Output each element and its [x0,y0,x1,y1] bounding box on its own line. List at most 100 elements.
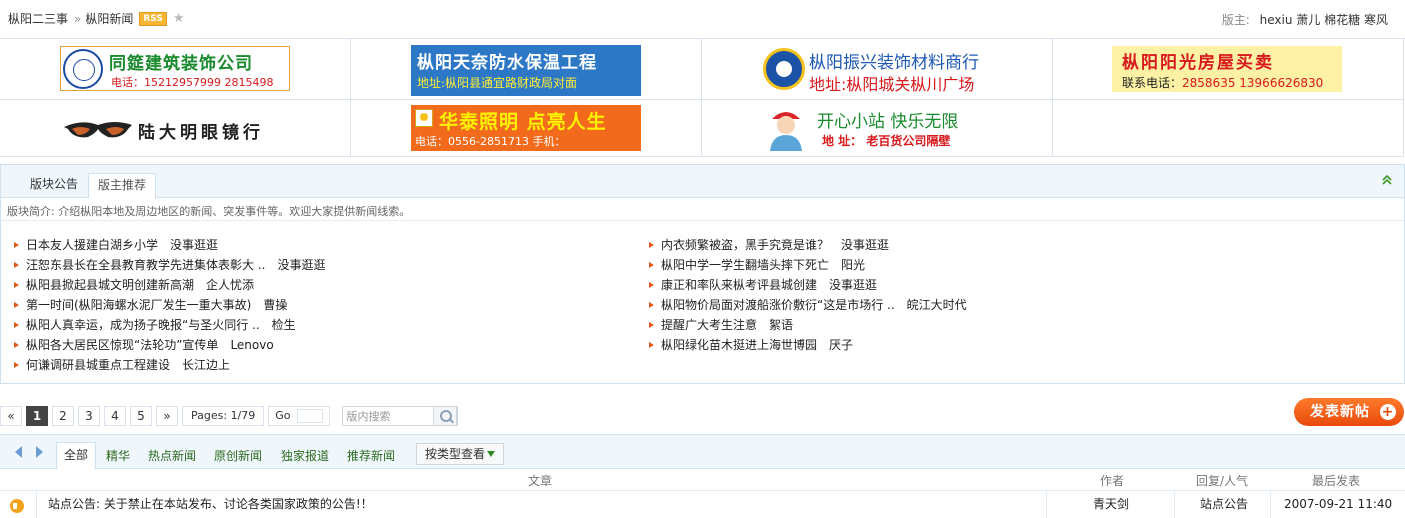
ad-ludaming-glasses[interactable]: 陆大明眼镜行 [60,107,290,151]
breadcrumb: 枞阳二三事 » 枞阳新闻 RSS ★ [8,10,185,27]
author-link[interactable]: 絮语 [769,318,793,332]
plus-icon: + [1380,404,1396,420]
news-link[interactable]: 枞阳中学一学生翻墙头摔下死亡 [661,258,829,272]
thread-replies: 站点公告 [1200,497,1249,511]
header-replies: 回复/人气 [1196,474,1249,488]
ad-sunshine-housing[interactable]: 枞阳阳光房屋买卖 联系电话：2858635 13966626830 [1112,46,1342,92]
page-jump: Go [268,405,330,426]
ad-title: 枞阳阳光房屋买卖 [1122,53,1274,73]
ad-title: 陆大明眼镜行 [138,123,264,143]
tab-all[interactable]: 全部 [56,442,97,470]
page-button-current[interactable]: 1 [26,405,48,426]
go-label: Go [275,408,291,422]
author-link[interactable]: 没事逛逛 [277,258,325,272]
favorite-star-icon[interactable]: ★ [173,11,185,26]
list-item: 枞阳绿化苗木挺进上海世博园 厌子 [649,335,967,355]
page-button[interactable]: 3 [78,405,100,426]
author-link[interactable]: 阳光 [841,258,865,272]
ad-subtitle: 电话：0556-2851713 手机：13083161218 [415,135,566,151]
news-link[interactable]: 枞阳人真幸运，成为扬子晚报“与圣火同行 .. [26,318,260,332]
speaker-icon [10,499,24,513]
divider [36,491,37,518]
light-bulb-icon [415,109,433,127]
company-logo-icon [63,49,103,89]
news-link[interactable]: 第一时间(枞阳海螺水泥厂发生一重大事故) [26,298,251,312]
pagination: « 1 2 3 4 5 » Pages: 1/79 Go 版内搜索 [0,405,458,426]
moderator-link[interactable]: 寒风 [1364,13,1388,27]
arrow-left-icon[interactable] [15,446,22,458]
divider [1174,491,1175,518]
arrow-right-icon[interactable] [36,446,43,458]
breadcrumb-home-link[interactable]: 枞阳二三事 [8,10,68,27]
tab-hot-news[interactable]: 热点新闻 [148,447,196,464]
glasses-icon [64,122,132,138]
first-page-button[interactable]: « [0,405,22,426]
news-link[interactable]: 康正和率队来枞考评县城创建 [661,278,817,292]
news-link[interactable]: 内衣频繁被盗，黑手究竟是谁？ [661,238,829,252]
collapse-icon[interactable] [1380,173,1394,187]
tab-recommended[interactable]: 推荐新闻 [347,447,395,464]
announcement-tabbar: 版块公告 版主推荐 [1,165,1404,199]
thread-title-link[interactable]: 站点公告: 关于禁止在本站发布、讨论各类国家政策的公告!！ [48,491,373,518]
list-item: 枞阳人真幸运，成为扬子晚报“与圣火同行 .. 检生 [14,315,325,335]
ad-title: 枞阳振兴装饰材料商行 [809,53,979,73]
tab-moderator-recommend[interactable]: 版主推荐 [88,173,157,199]
tab-digest[interactable]: 精华 [106,447,130,464]
page-button[interactable]: 5 [130,405,152,426]
author-link[interactable]: 厌子 [829,338,853,352]
board-intro: 版块简介: 介绍枞阳本地及周边地区的新闻、突发事件等。欢迎大家提供新闻线索。 [7,205,411,218]
moderator-link[interactable]: hexiu [1260,13,1293,27]
tab-original-news[interactable]: 原创新闻 [214,447,262,464]
author-link[interactable]: 没事逛逛 [841,238,889,252]
ad-zhenxing-materials[interactable]: 枞阳振兴装饰材料商行 地址:枞阳城关枞川广场 [762,45,992,93]
company-logo-icon [763,48,805,90]
ad-title: 华泰照明 点亮人生 [439,111,607,133]
news-link[interactable]: 枞阳县掀起县城文明创建新高潮 [26,278,194,292]
next-page-button[interactable]: » [156,405,178,426]
news-link[interactable]: 枞阳各大居民区惊现“法轮功”宣传单 [26,338,218,352]
moderator-link[interactable]: 棉花糖 [1324,13,1360,27]
rss-icon[interactable]: RSS [139,11,167,26]
author-link[interactable]: Lenovo [230,338,273,352]
news-link[interactable]: 汪恕东县长在全县教育教学先进集体表彰大 .. [26,258,265,272]
author-link[interactable]: 长江边上 [182,358,230,372]
new-post-button[interactable]: 发表新帖 + [1294,398,1404,426]
dropdown-arrow-icon [487,451,496,457]
news-link[interactable]: 枞阳绿化苗木挺进上海世博园 [661,338,817,352]
author-link[interactable]: 没事逛逛 [170,238,218,252]
ad-subtitle: 联系电话：2858635 13966626830 [1122,76,1324,90]
ad-subtitle: 地 址： 老百货公司隔壁 [822,134,951,148]
tab-exclusive[interactable]: 独家报道 [281,447,329,464]
recommend-list-right: 内衣频繁被盗，黑手究竟是谁？ 没事逛逛 枞阳中学一学生翻墙头摔下死亡 阳光 康正和率… [649,235,967,355]
filter-by-type-button[interactable]: 按类型查看 [416,443,505,465]
list-item: 何谦调研县城重点工程建设 长江边上 [14,355,325,375]
author-link[interactable]: 皖江大时代 [907,298,967,312]
ad-tiannai-waterproof[interactable]: 枞阳天奈防水保温工程 地址:枞阳县通宜路财政局对面 [411,45,641,96]
author-link[interactable]: 检生 [272,318,296,332]
list-item: 汪恕东县长在全县教育教学先进集体表彰大 .. 没事逛逛 [14,255,325,275]
breadcrumb-current-link[interactable]: 枞阳新闻 [85,10,133,27]
page-jump-input[interactable] [296,408,323,423]
author-link[interactable]: 企人忧添 [206,278,254,292]
news-link[interactable]: 日本友人援建白湖乡小学 [26,238,158,252]
page-button[interactable]: 2 [52,405,74,426]
ad-kaixin-station[interactable]: 开心小站 快乐无限 地 址： 老百货公司隔壁 [762,103,992,153]
list-item: 枞阳物价局面对渡船涨价敷衍“这是市场行 .. 皖江大时代 [649,295,967,315]
moderator-link[interactable]: 萧儿 [1296,13,1320,27]
search-icon[interactable] [432,405,457,426]
news-link[interactable]: 何谦调研县城重点工程建设 [26,358,170,372]
ad-tongyan-decoration[interactable]: 同筵建筑装饰公司 电话：15212957999 2815498 [60,46,290,91]
ad-huatai-lighting[interactable]: 华泰照明 点亮人生 电话：0556-2851713 手机：13083161218 [411,105,641,151]
filter-by-type-label: 按类型查看 [425,447,486,461]
thread-author-link[interactable]: 青天剑 [1093,491,1129,518]
author-link[interactable]: 曹操 [263,298,287,312]
news-link[interactable]: 枞阳物价局面对渡船涨价敷衍“这是市场行 .. [661,298,895,312]
announcement-panel: 版块公告 版主推荐 版块简介: 介绍枞阳本地及周边地区的新闻、突发事件等。欢迎大… [0,164,1405,384]
board-search: 版内搜索 [341,405,458,426]
page-button[interactable]: 4 [104,405,126,426]
author-link[interactable]: 没事逛逛 [829,278,877,292]
list-item: 第一时间(枞阳海螺水泥厂发生一重大事故) 曹操 [14,295,325,315]
search-input[interactable]: 版内搜索 [347,408,391,424]
tab-board-announcement[interactable]: 版块公告 [21,173,87,199]
news-link[interactable]: 提醒广大考生注意 [661,318,757,332]
